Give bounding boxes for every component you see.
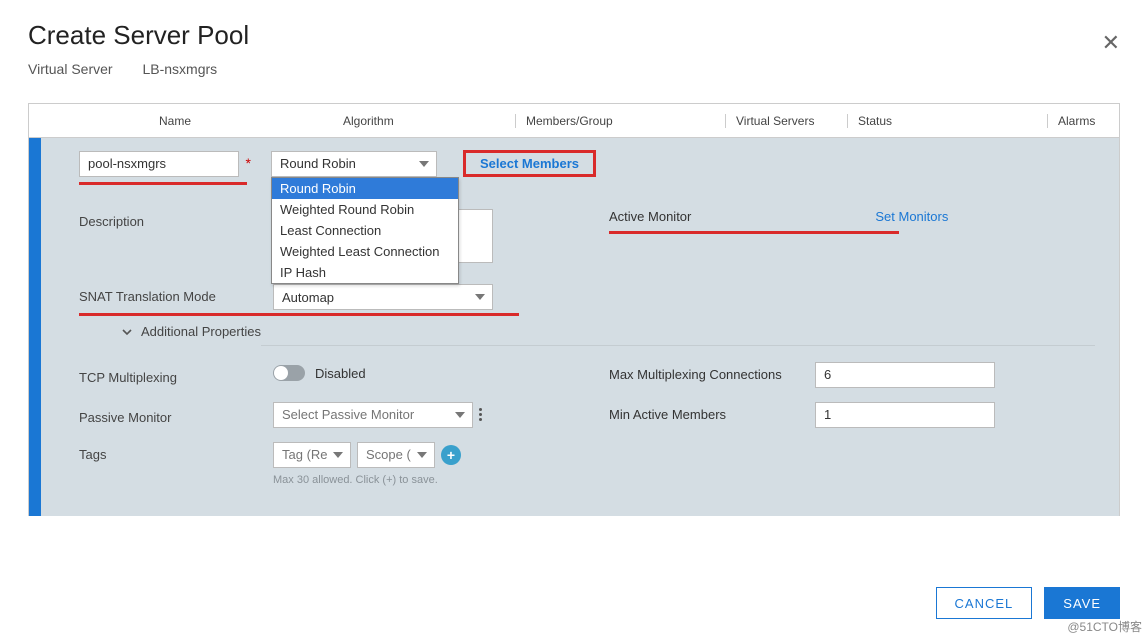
col-header-alarms: Alarms xyxy=(1047,114,1119,128)
passive-monitor-label: Passive Monitor xyxy=(79,405,261,425)
tcp-multiplex-label: TCP Multiplexing xyxy=(79,365,261,385)
algorithm-option[interactable]: IP Hash xyxy=(272,262,458,283)
col-header-algorithm: Algorithm xyxy=(333,114,515,128)
col-header-members: Members/Group xyxy=(515,114,725,128)
min-active-input[interactable] xyxy=(815,402,995,428)
passive-monitor-select[interactable] xyxy=(273,402,473,428)
name-input[interactable] xyxy=(79,151,239,177)
watermark: @51CTO博客 xyxy=(1067,618,1142,635)
save-button[interactable]: SAVE xyxy=(1044,587,1120,619)
algorithm-select[interactable] xyxy=(271,151,437,177)
breadcrumb-item[interactable]: Virtual Server xyxy=(28,61,113,77)
description-label: Description xyxy=(79,209,261,229)
additional-properties-toggle[interactable]: Additional Properties xyxy=(121,324,1095,341)
active-row-indicator xyxy=(29,138,41,516)
algorithm-dropdown[interactable]: Round Robin Weighted Round Robin Least C… xyxy=(271,177,459,284)
col-header-status: Status xyxy=(847,114,1047,128)
algorithm-option[interactable]: Round Robin xyxy=(272,178,458,199)
tag-input[interactable] xyxy=(273,442,351,468)
tags-label: Tags xyxy=(79,442,261,462)
tcp-multiplex-state: Disabled xyxy=(315,366,366,381)
algorithm-option[interactable]: Least Connection xyxy=(272,220,458,241)
breadcrumb: Virtual Server LB-nsxmgrs xyxy=(28,61,1120,77)
required-asterisk: * xyxy=(246,155,251,171)
dialog-title: Create Server Pool xyxy=(28,20,1120,51)
add-tag-icon[interactable]: + xyxy=(441,445,461,465)
algorithm-option[interactable]: Weighted Least Connection xyxy=(272,241,458,262)
max-mux-label: Max Multiplexing Connections xyxy=(609,367,815,382)
col-header-virtual-servers: Virtual Servers xyxy=(725,114,847,128)
more-options-icon[interactable] xyxy=(479,408,482,421)
scope-input[interactable] xyxy=(357,442,435,468)
select-members-button[interactable]: Select Members xyxy=(463,150,596,177)
cancel-button[interactable]: CANCEL xyxy=(936,587,1033,619)
active-monitor-label: Active Monitor xyxy=(609,209,691,224)
close-icon[interactable]: ✕ xyxy=(1102,30,1120,56)
algorithm-option[interactable]: Weighted Round Robin xyxy=(272,199,458,220)
max-mux-input[interactable] xyxy=(815,362,995,388)
snat-label: SNAT Translation Mode xyxy=(79,284,261,304)
tcp-multiplex-toggle[interactable] xyxy=(273,365,305,381)
breadcrumb-item[interactable]: LB-nsxmgrs xyxy=(142,61,217,77)
col-header-name: Name xyxy=(149,114,333,128)
min-active-label: Min Active Members xyxy=(609,407,815,422)
set-monitors-link[interactable]: Set Monitors xyxy=(875,209,948,224)
snat-select[interactable] xyxy=(273,284,493,310)
chevron-down-icon xyxy=(121,326,133,338)
tags-hint: Max 30 allowed. Click (+) to save. xyxy=(273,474,461,486)
column-header-row: Name Algorithm Members/Group Virtual Ser… xyxy=(29,104,1119,138)
